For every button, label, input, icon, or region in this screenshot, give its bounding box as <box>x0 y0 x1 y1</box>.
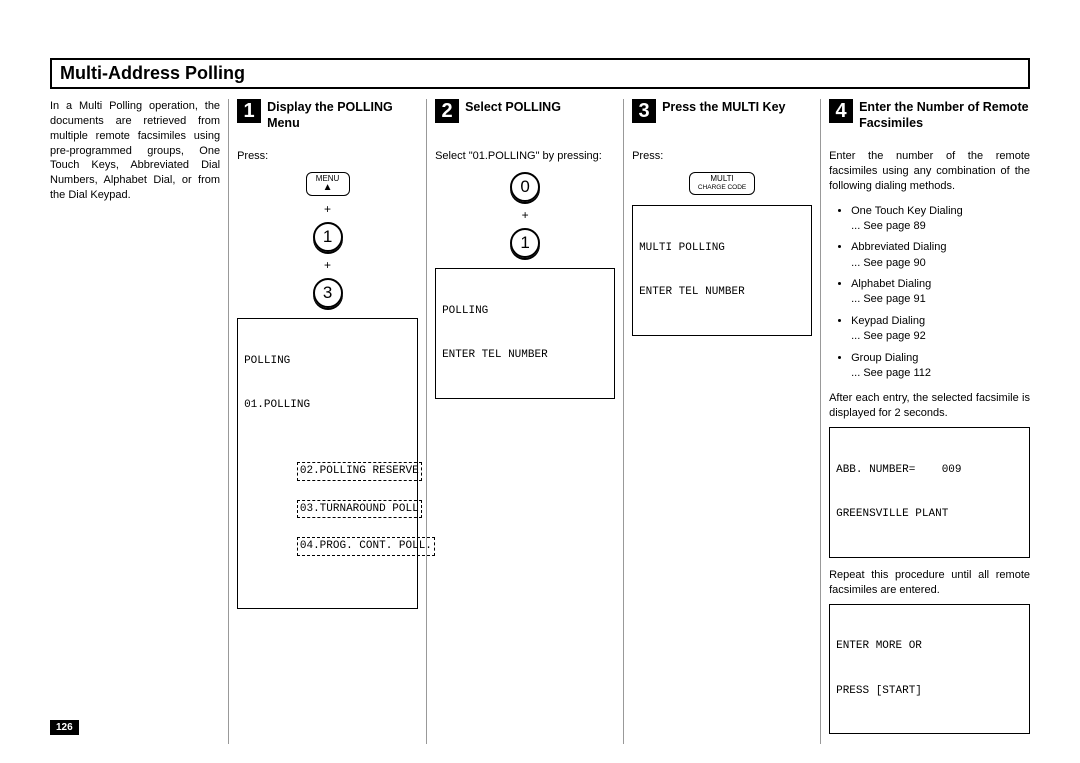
step-4-title: Enter the Number of Remote Facsimiles <box>859 99 1030 131</box>
step-3-title: Press the MULTI Key <box>662 99 785 116</box>
keypad-3-button: 3 <box>313 278 343 308</box>
display-line: MULTI POLLING <box>639 241 805 256</box>
step-1-display: POLLING 01.POLLING 02.POLLING RESERVE 03… <box>237 318 418 608</box>
display-line: ENTER TEL NUMBER <box>639 285 805 300</box>
step-4-repeat-text: Repeat this procedure until all remote f… <box>829 568 1030 598</box>
list-item: One Touch Key Dialing... See page 89 <box>851 204 1030 235</box>
section-title: Multi-Address Polling <box>50 58 1030 89</box>
step-1-column: 1 Display the POLLING Menu Press: MENU▲ … <box>229 99 427 744</box>
plus-sign: + <box>324 258 331 272</box>
step-4-header: 4 Enter the Number of Remote Facsimiles <box>829 99 1030 137</box>
display-line: 01.POLLING <box>244 398 411 413</box>
step-3-display: MULTI POLLING ENTER TEL NUMBER <box>632 205 812 336</box>
step-3-number: 3 <box>632 99 656 123</box>
display-line: PRESS [START] <box>836 684 1023 699</box>
step-2-column: 2 Select POLLING Select "01.POLLING" by … <box>427 99 624 744</box>
keypad-1-button: 1 <box>313 222 343 252</box>
step-4-number: 4 <box>829 99 853 123</box>
step-1-keys: MENU▲ + 1 + 3 <box>237 172 418 308</box>
keypad-0-button: 0 <box>510 172 540 202</box>
display-dashed-line: 03.TURNAROUND POLL <box>297 500 422 519</box>
step-4-intro: Enter the number of the remote facsimile… <box>829 149 1030 194</box>
menu-key: MENU▲ <box>306 172 350 196</box>
display-line: GREENSVILLE PLANT <box>836 507 1023 522</box>
display-dashed-line: 02.POLLING RESERVE <box>297 462 422 481</box>
step-4-after-text: After each entry, the selected facsimile… <box>829 391 1030 421</box>
step-1-number: 1 <box>237 99 261 123</box>
step-2-display: POLLING ENTER TEL NUMBER <box>435 268 615 399</box>
multi-key: MULTICHARGE CODE <box>689 172 755 195</box>
list-item: Alphabet Dialing... See page 91 <box>851 277 1030 308</box>
display-dashed-line: 04.PROG. CONT. POLL. <box>297 537 435 556</box>
intro-text: In a Multi Polling operation, the docume… <box>50 99 220 203</box>
display-line: ABB. NUMBER= 009 <box>836 463 1023 478</box>
step-3-keys: MULTICHARGE CODE <box>632 172 812 195</box>
list-item: Keypad Dialing... See page 92 <box>851 314 1030 345</box>
display-line: POLLING <box>244 354 411 369</box>
step-3-press: Press: <box>632 149 812 164</box>
display-line: ENTER TEL NUMBER <box>442 348 608 363</box>
step-1-press: Press: <box>237 149 418 164</box>
step-1-header: 1 Display the POLLING Menu <box>237 99 418 137</box>
step-2-header: 2 Select POLLING <box>435 99 615 137</box>
arrow-up-icon: ▲ <box>323 182 333 193</box>
step-4-display-a: ABB. NUMBER= 009 GREENSVILLE PLANT <box>829 427 1030 558</box>
content-columns: In a Multi Polling operation, the docume… <box>50 99 1030 744</box>
step-2-instruction: Select "01.POLLING" by pressing: <box>435 149 615 164</box>
intro-column: In a Multi Polling operation, the docume… <box>50 99 229 744</box>
page-number: 126 <box>50 720 79 735</box>
plus-sign: + <box>522 208 529 222</box>
list-item: Group Dialing... See page 112 <box>851 351 1030 382</box>
display-line: POLLING <box>442 304 608 319</box>
step-2-number: 2 <box>435 99 459 123</box>
step-3-header: 3 Press the MULTI Key <box>632 99 812 137</box>
list-item: Abbreviated Dialing... See page 90 <box>851 240 1030 271</box>
keypad-1-button: 1 <box>510 228 540 258</box>
step-4-column: 4 Enter the Number of Remote Facsimiles … <box>821 99 1030 744</box>
plus-sign: + <box>324 202 331 216</box>
display-line: ENTER MORE OR <box>836 639 1023 654</box>
step-2-title: Select POLLING <box>465 99 561 116</box>
step-1-title: Display the POLLING Menu <box>267 99 418 131</box>
step-2-keys: 0 + 1 <box>435 172 615 258</box>
step-4-display-b: ENTER MORE OR PRESS [START] <box>829 604 1030 735</box>
dialing-method-list: One Touch Key Dialing... See page 89 Abb… <box>829 204 1030 382</box>
step-3-column: 3 Press the MULTI Key Press: MULTICHARGE… <box>624 99 821 744</box>
